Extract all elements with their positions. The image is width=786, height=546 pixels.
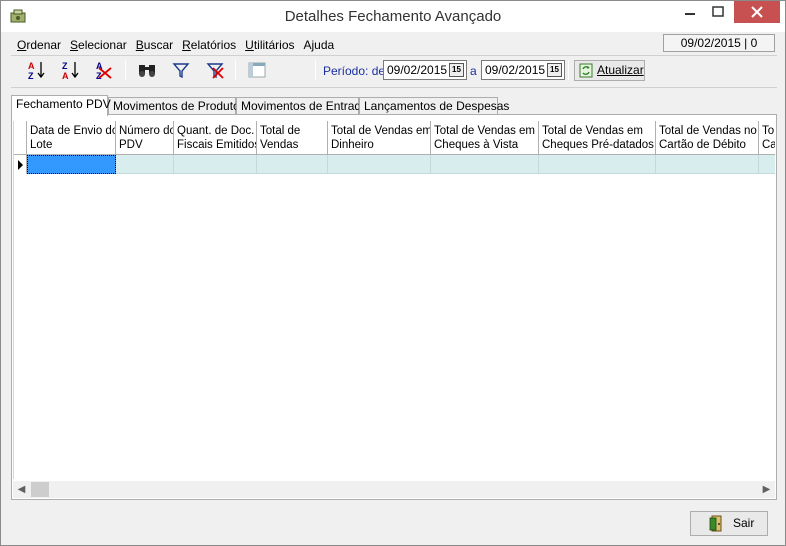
menu-utilitarios[interactable]: Utilitários <box>241 35 299 55</box>
scroll-left-icon[interactable]: ◀ <box>13 481 30 498</box>
svg-text:A: A <box>28 61 35 71</box>
scroll-right-icon[interactable]: ▶ <box>758 481 775 498</box>
sair-button[interactable]: Sair <box>690 511 768 536</box>
tab-movimentos-entrada[interactable]: Movimentos de Entrada <box>236 97 368 115</box>
clear-filter-icon[interactable] <box>203 59 227 81</box>
column-header[interactable]: Total de Vendas em Cheques à Vista <box>431 121 539 155</box>
grid-cell[interactable] <box>431 155 539 174</box>
filter-icon[interactable] <box>169 59 193 81</box>
periodo-label: Período: de <box>323 64 386 78</box>
sort-ascending-icon[interactable]: A Z <box>25 59 49 81</box>
minimize-icon[interactable] <box>677 1 703 23</box>
data-grid[interactable]: Data de Envio do Lote Número do PDV Quant.… <box>13 121 775 479</box>
svg-text:A: A <box>62 71 69 81</box>
window-title: Detalhes Fechamento Avançado <box>284 8 502 25</box>
divider <box>11 87 777 88</box>
current-row-arrow-icon <box>18 160 23 170</box>
row-indicator-header <box>14 121 27 155</box>
grid-cell[interactable] <box>328 155 431 174</box>
grid-cell[interactable] <box>116 155 174 174</box>
horizontal-scrollbar[interactable]: ◀ ▶ <box>13 481 775 498</box>
tab-panel: Data de Envio do Lote Número do PDV Quant.… <box>11 114 777 500</box>
svg-text:Z: Z <box>28 71 34 81</box>
grid-cell[interactable] <box>656 155 759 174</box>
date-to-field[interactable]: 09/02/2015 15 <box>481 60 565 80</box>
table-row[interactable] <box>14 155 775 174</box>
column-header[interactable]: Total de Vendas <box>257 121 328 155</box>
exit-door-icon <box>709 515 722 532</box>
close-icon[interactable] <box>734 1 780 23</box>
toolbar: A Z Z A A Z Período: de 09/02/2015 15 a … <box>11 57 777 85</box>
grid-cell[interactable] <box>174 155 257 174</box>
tab-fechamento-pdv[interactable]: Fechamento PDV <box>11 95 111 116</box>
date-from-field[interactable]: 09/02/2015 15 <box>383 60 467 80</box>
toolbar-separator <box>315 60 316 80</box>
menu-bar: Ordenar Selecionar Buscar Relatórios Uti… <box>13 35 339 55</box>
scrollbar-thumb[interactable] <box>31 482 49 497</box>
toolbar-separator <box>235 60 236 80</box>
grid-layout-icon[interactable] <box>245 59 269 81</box>
clear-sort-icon[interactable]: A Z <box>93 59 117 81</box>
menu-relatorios[interactable]: Relatórios <box>178 35 241 55</box>
column-header[interactable]: Total de Vendas em Cheques Pré-datados <box>539 121 656 155</box>
tab-movimentos-produtos[interactable]: Movimentos de Produtos <box>108 97 246 115</box>
toolbar-separator <box>568 60 569 80</box>
main-window: Detalhes Fechamento Avançado Ordenar Sel… <box>0 0 786 546</box>
grid-cell[interactable] <box>759 155 775 174</box>
menu-ordenar[interactable]: Ordenar <box>13 35 66 55</box>
toolbar-separator <box>125 60 126 80</box>
binoculars-icon[interactable] <box>135 59 159 81</box>
row-indicator <box>14 155 27 174</box>
column-header[interactable]: Quant. de Doc. Fiscais Emitidos <box>174 121 257 155</box>
refresh-icon <box>579 63 593 78</box>
divider <box>11 55 777 56</box>
atualizar-button[interactable]: Atualizar <box>574 60 645 81</box>
menu-buscar[interactable]: Buscar <box>132 35 178 55</box>
column-header[interactable]: Número do PDV <box>116 121 174 155</box>
grid-cell[interactable] <box>539 155 656 174</box>
column-header[interactable]: Data de Envio do Lote <box>27 121 116 155</box>
sort-descending-icon[interactable]: Z A <box>59 59 83 81</box>
column-header[interactable]: Total de Vendas em Dinheiro <box>328 121 431 155</box>
title-bar[interactable]: Detalhes Fechamento Avançado <box>1 1 785 32</box>
tab-lancamentos-despesas[interactable]: Lançamentos de Despesas <box>359 97 509 115</box>
menu-selecionar[interactable]: Selecionar <box>66 35 132 55</box>
column-header[interactable]: ToCa <box>759 121 775 155</box>
calendar-icon[interactable]: 15 <box>547 63 562 77</box>
grid-cell-selected[interactable] <box>27 155 116 174</box>
grid-cell[interactable] <box>257 155 328 174</box>
a-label: a <box>470 64 477 78</box>
grid-header: Data de Envio do Lote Número do PDV Quant.… <box>14 121 775 155</box>
svg-text:Z: Z <box>62 61 68 71</box>
maximize-icon[interactable] <box>705 1 731 23</box>
status-date: 09/02/2015 | 0 <box>663 34 775 52</box>
menu-ajuda[interactable]: Ajuda <box>300 35 340 55</box>
calendar-icon[interactable]: 15 <box>449 63 464 77</box>
column-header[interactable]: Total de Vendas no Cartão de Débito <box>656 121 759 155</box>
